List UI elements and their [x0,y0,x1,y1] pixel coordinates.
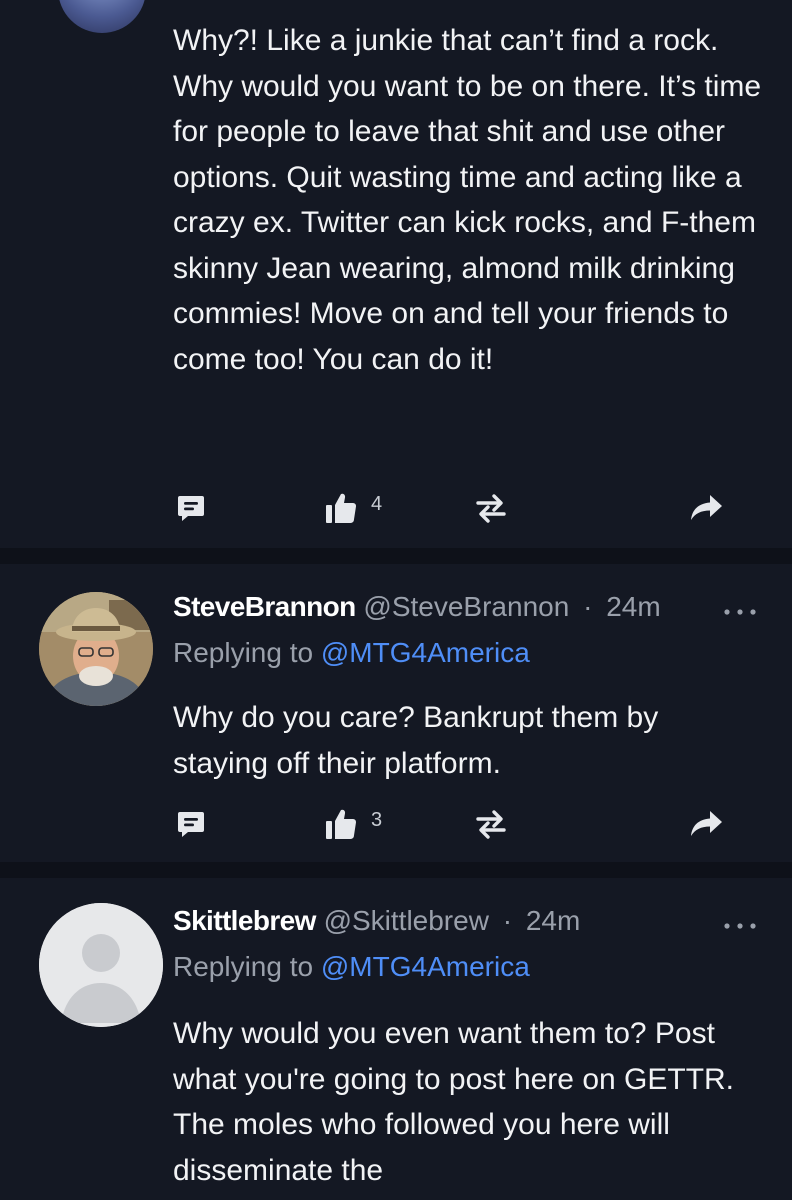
timestamp: 24m [525,905,581,936]
share-button[interactable] [690,488,724,528]
like-count: 3 [371,808,383,831]
comment-button[interactable] [175,804,207,844]
like-button[interactable]: 3 [325,804,382,844]
more-dots-icon[interactable] [722,920,758,932]
post-1: Why?! Like a junkie that can’t find a ro… [0,0,792,548]
comment-icon [178,812,204,837]
post-1-actions: 4 [0,488,792,528]
replying-to-line: Replying to @MTG4America [173,636,530,670]
replying-to-label: Replying to [173,637,314,668]
replying-to-line: Replying to @MTG4America [173,950,530,984]
handle[interactable]: @SteveBrannon [363,591,569,622]
comment-icon [178,496,204,521]
display-name[interactable]: SteveBrannon [173,591,356,622]
more-dots-icon[interactable] [722,606,758,618]
post-2-body: Why do you care? Bankrupt them by stayin… [173,701,659,780]
repost-icon [476,810,506,839]
avatar-photo [39,592,153,706]
separator-dot: · [583,591,593,622]
display-name[interactable]: Skittlebrew [173,905,316,936]
avatar[interactable] [39,592,153,706]
share-arrow-icon [691,811,722,836]
replying-to-label: Replying to [173,951,314,982]
repost-button[interactable] [474,804,508,844]
post-1-body: Why?! Like a junkie that can’t find a ro… [173,24,762,376]
repost-icon [476,494,506,523]
post-separator [0,548,792,564]
handle[interactable]: @Skittlebrew [324,905,489,936]
like-button[interactable]: 4 [325,488,382,528]
share-arrow-icon [691,495,722,520]
replying-to-mention[interactable]: @MTG4America [321,951,530,982]
separator-dot: · [502,905,513,936]
replying-to-mention[interactable]: @MTG4America [321,637,530,668]
thumbs-up-icon [326,493,357,523]
avatar[interactable] [39,903,163,1027]
repost-button[interactable] [474,488,508,528]
thumbs-up-icon [326,809,357,839]
post-2-actions: 3 [0,804,792,844]
comment-button[interactable] [175,488,207,528]
post-separator [0,862,792,878]
default-avatar-icon [39,903,163,1027]
post-3-header: Skittlebrew @Skittlebrew · 24m [173,904,580,938]
post-3: Skittlebrew @Skittlebrew · 24m Replying … [0,878,792,1200]
post-2: SteveBrannon @SteveBrannon · 24m Replyin… [0,564,792,862]
post-2-header: SteveBrannon @SteveBrannon · 24m [173,590,661,624]
timestamp: 24m [606,591,661,622]
like-count: 4 [371,492,383,515]
post-3-body: Why would you even want them to? Post wh… [173,1017,735,1187]
post-1-avatar[interactable] [58,0,146,33]
share-button[interactable] [690,804,724,844]
